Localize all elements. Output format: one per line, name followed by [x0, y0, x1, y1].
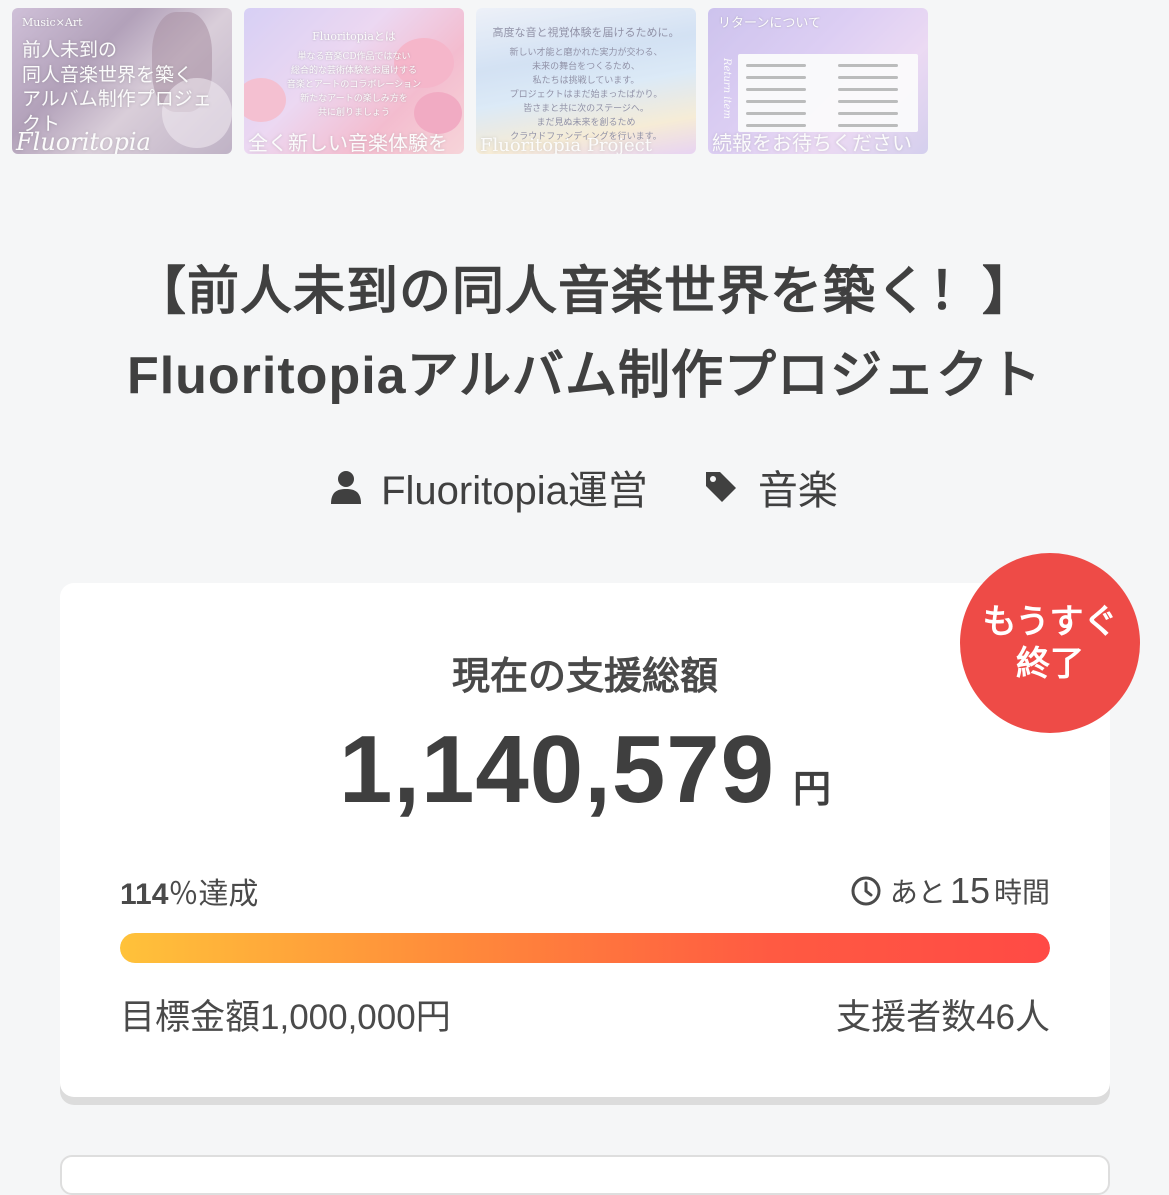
- backer-count: 支援者数46人: [836, 998, 1050, 1037]
- gallery-thumbnail-4[interactable]: リターンについて Return item 続報をお待ちください: [708, 8, 928, 154]
- time-remaining-value: 15: [949, 870, 990, 911]
- time-remaining-prefix: あと: [889, 877, 946, 908]
- next-card: [60, 1155, 1110, 1195]
- support-amount-currency: 円: [793, 769, 832, 811]
- thumb-3-heading: 高度な音と視覚体験を届けるために。: [492, 26, 680, 39]
- progress-summary: 114％達成 あと 15 時間: [120, 869, 1050, 913]
- thumb-2-heading: Fluoritopiaとは: [312, 30, 396, 43]
- thumb-3-text: 高度な音と視覚体験を届けるために。 新しい才能と磨かれた実力が交わる、 未来の舞…: [490, 24, 682, 145]
- gallery-thumbnail-3[interactable]: 高度な音と視覚体験を届けるために。 新しい才能と磨かれた実力が交わる、 未来の舞…: [476, 8, 696, 154]
- thumb-1-caption-bottom: Fluoritopia: [16, 128, 151, 154]
- ending-soon-line-1: もうすぐ: [982, 603, 1118, 641]
- support-amount: 1,140,579 円: [60, 715, 1110, 825]
- thumb-4-side-text: Return item: [721, 58, 732, 119]
- achievement-percent: 114: [120, 878, 169, 911]
- clock-icon: [851, 876, 881, 906]
- thumb-2-caption-bottom: 全く新しい音楽体験を: [248, 131, 448, 154]
- support-amount-value: 1,140,579: [338, 716, 776, 823]
- funding-status-card: 現在の支援総額 1,140,579 円 114％達成 あと 15 時間 目標金額…: [60, 583, 1110, 1097]
- achievement-label: ％達成: [168, 878, 259, 911]
- project-title-line-2: Fluoritopiaアルバム制作プロジェクト: [126, 347, 1043, 405]
- gallery-thumbnail-1[interactable]: Music×Art 前人未到の 同人音楽世界を築く アルバム制作プロジェクト F…: [12, 8, 232, 154]
- thumb-2-text: Fluoritopiaとは 単なる音楽CD作品ではない 総合的な芸術体験をお届け…: [258, 28, 450, 121]
- thumb-4-return-list: [738, 54, 918, 132]
- ending-soon-line-2: 終了: [1016, 645, 1084, 683]
- project-meta: Fluoritopia運営 音楽: [0, 458, 1169, 516]
- user-icon: [331, 471, 362, 504]
- support-total-label: 現在の支援総額: [451, 656, 718, 698]
- progress-bar-fill: [120, 933, 1050, 963]
- funding-details: 目標金額1,000,000円 支援者数46人: [120, 989, 1050, 1040]
- owner-link[interactable]: Fluoritopia運営: [331, 458, 648, 516]
- project-title-line-1: 【前人未到の同人音楽世界を築く！】: [133, 263, 1035, 321]
- thumb-1-caption: 前人未到の 同人音楽世界を築く アルバム制作プロジェクト: [22, 39, 212, 136]
- progress-bar: [120, 933, 1050, 963]
- category-name: 音楽: [757, 469, 838, 513]
- image-gallery: Music×Art 前人未到の 同人音楽世界を築く アルバム制作プロジェクト F…: [12, 8, 928, 154]
- tag-icon: [705, 472, 736, 502]
- time-remaining: あと 15 時間: [850, 870, 1050, 912]
- thumb-4-caption-bottom: 続報をお待ちください: [712, 131, 912, 154]
- thumb-1-caption-top: Music×Art: [22, 16, 83, 29]
- gallery-thumbnail-2[interactable]: Fluoritopiaとは 単なる音楽CD作品ではない 総合的な芸術体験をお届け…: [244, 8, 464, 154]
- thumb-3-body: 新しい才能と磨かれた実力が交わる、 未来の舞台をつくるため、 私たちは挑戦してい…: [509, 48, 663, 142]
- time-remaining-unit: 時間: [993, 877, 1050, 908]
- thumb-3-caption-bottom: Fluoritopia Project: [480, 135, 652, 154]
- ending-soon-badge: もうすぐ 終了: [960, 553, 1140, 733]
- achievement-rate: 114％達成: [120, 869, 258, 913]
- project-title: 【前人未到の同人音楽世界を築く！】 Fluoritopiaアルバム制作プロジェク…: [0, 250, 1169, 418]
- thumb-4-heading: リターンについて: [718, 16, 821, 31]
- goal-amount: 目標金額1,000,000円: [120, 998, 451, 1037]
- category-link[interactable]: 音楽: [704, 458, 838, 516]
- thumb-2-body: 単なる音楽CD作品ではない 総合的な芸術体験をお届けする 音楽とアートのコラボレ…: [286, 52, 422, 118]
- owner-name: Fluoritopia運営: [381, 469, 648, 513]
